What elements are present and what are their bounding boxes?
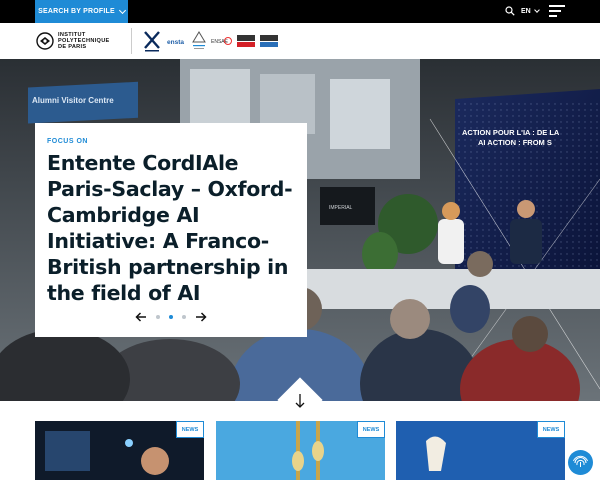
carousel-dot-active[interactable] xyxy=(169,315,173,319)
arrow-down-icon[interactable] xyxy=(293,393,307,409)
institut-polytechnique-logo[interactable]: INSTITUT POLYTECHNIQUE DE PARIS xyxy=(36,31,120,51)
language-selector[interactable]: EN xyxy=(521,5,540,17)
menu-icon[interactable] xyxy=(549,5,565,17)
telecom-sudparis-logo[interactable] xyxy=(259,29,279,53)
search-by-profile-label: SEARCH BY PROFILE xyxy=(38,8,115,15)
hero-banner: Alumni Visitor Centre ACTION POUR L'IA :… xyxy=(0,59,600,401)
carousel-dot[interactable] xyxy=(156,315,160,319)
ensae-logo[interactable]: ENSAE xyxy=(210,29,232,53)
news-tile[interactable]: NEWS xyxy=(396,421,565,480)
news-badge: NEWS xyxy=(537,421,565,438)
language-label: EN xyxy=(521,7,531,15)
logo-line: DE PARIS xyxy=(58,44,87,50)
svg-text:ACTION POUR L'IA : DE LA: ACTION POUR L'IA : DE LA xyxy=(462,128,560,137)
divider xyxy=(131,28,132,54)
accessibility-button[interactable] xyxy=(568,450,593,475)
news-tile[interactable]: NEWS xyxy=(35,421,204,480)
polytechnique-school-logo[interactable] xyxy=(142,29,162,53)
carousel-controls xyxy=(135,311,207,323)
chevron-down-icon xyxy=(118,6,126,14)
fingerprint-icon xyxy=(573,455,588,467)
svg-text:AI ACTION : FROM S: AI ACTION : FROM S xyxy=(478,138,552,147)
ip-emblem-icon xyxy=(36,32,54,50)
top-bar: SEARCH BY PROFILE EN xyxy=(0,0,600,23)
ensta-logo[interactable]: ensta xyxy=(166,29,188,53)
ponts-logo[interactable] xyxy=(190,29,208,53)
chevron-down-icon xyxy=(533,6,540,13)
logo-header: INSTITUT POLYTECHNIQUE DE PARIS ensta EN… xyxy=(0,23,600,59)
visitor-centre-sign: Alumni Visitor Centre xyxy=(32,96,114,105)
news-tile[interactable]: NEWS xyxy=(216,421,385,480)
search-icon[interactable] xyxy=(505,6,515,16)
news-badge: NEWS xyxy=(357,421,385,438)
featured-article-title[interactable]: Entente CordIAle Paris-Saclay – Oxford-C… xyxy=(47,150,296,306)
svg-text:ensta: ensta xyxy=(167,39,184,46)
svg-text:IMPERIAL: IMPERIAL xyxy=(329,205,353,211)
arrow-right-icon[interactable] xyxy=(195,311,207,323)
telecom-paris-logo[interactable] xyxy=(236,29,256,53)
featured-article-card[interactable]: FOCUS ON Entente CordIAle Paris-Saclay –… xyxy=(35,123,307,337)
news-badge: NEWS xyxy=(176,421,204,438)
arrow-left-icon[interactable] xyxy=(135,311,147,323)
carousel-dots xyxy=(156,315,186,319)
search-by-profile-button[interactable]: SEARCH BY PROFILE xyxy=(35,0,128,23)
carousel-dot[interactable] xyxy=(182,315,186,319)
focus-on-label: FOCUS ON xyxy=(47,138,88,145)
